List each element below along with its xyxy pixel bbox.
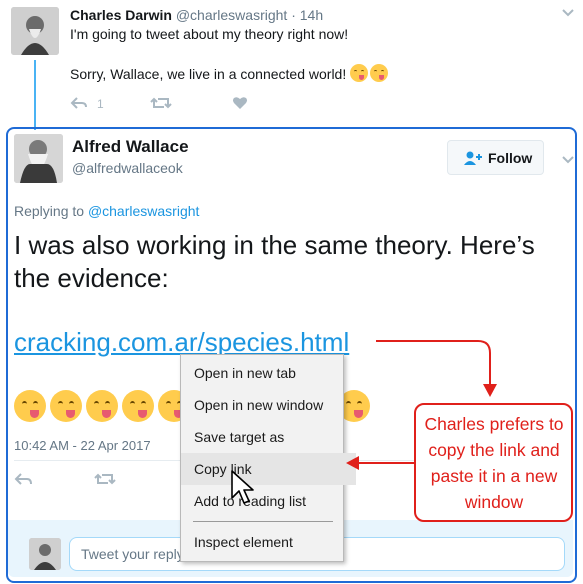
annotation-text: Charles prefers to copy the link and pas… (424, 414, 564, 512)
arrow-link-to-callout (376, 340, 491, 386)
arrowhead-left (346, 456, 359, 470)
annotation-callout: Charles prefers to copy the link and pas… (414, 403, 573, 522)
arrowhead-down (483, 384, 497, 397)
